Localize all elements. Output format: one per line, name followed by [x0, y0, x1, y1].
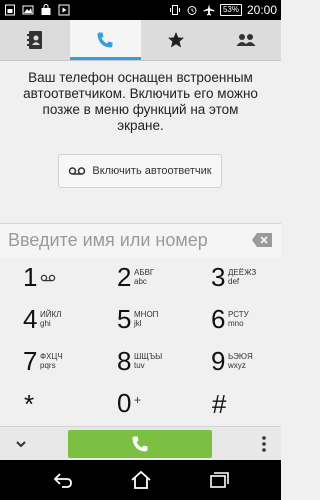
dial-key-5[interactable]: 5 МНОП jkl [94, 300, 187, 342]
contacts-icon [27, 31, 43, 49]
sim-card-icon [5, 4, 15, 16]
dial-key-latin-letters: mno [228, 319, 244, 328]
dial-key-letters: ФХЦЧ [40, 352, 63, 361]
dial-key-letters: АБВГ [134, 268, 155, 277]
call-button[interactable] [68, 430, 212, 458]
voicemail-info-text: Ваш телефон оснащен встроенным автоответ… [23, 70, 258, 133]
dial-key-digit: 0 [117, 388, 132, 418]
dial-key-digit: 7 [23, 346, 38, 376]
alarm-icon [187, 6, 197, 15]
home-icon[interactable] [130, 470, 152, 490]
dial-key-latin-letters: tuv [134, 361, 145, 370]
tab-bar [0, 20, 281, 61]
recent-apps-icon[interactable] [208, 470, 230, 490]
backspace-icon[interactable] [251, 232, 273, 248]
voicemail-icon [40, 274, 56, 282]
dial-key-hash[interactable]: # [188, 384, 281, 426]
dialer-action-bar [0, 426, 281, 461]
notification-icons [4, 2, 70, 18]
dial-key-0[interactable]: 0 + [94, 384, 187, 426]
dial-key-8[interactable]: 8 ШЩЪЫ tuv [94, 342, 187, 384]
dial-key-7[interactable]: 7 ФХЦЧ pqrs [0, 342, 93, 384]
shopping-bag-icon [41, 4, 51, 15]
dial-key-4[interactable]: 4 ИЙКЛ ghi [0, 300, 93, 342]
clock: 20:00 [246, 3, 277, 17]
chevron-down-icon[interactable] [14, 437, 28, 451]
enable-voicemail-button[interactable]: Включить автоответчик [58, 154, 222, 188]
dial-key-star[interactable]: * [0, 384, 93, 426]
dial-key-digit: 2 [117, 262, 132, 292]
dial-key-6[interactable]: 6 РСТУ mno [188, 300, 281, 342]
dial-key-digit: 3 [211, 262, 226, 292]
dialpad: 1 2 АБВГ abc 3 ДЕЁЖЗ def 4 ИЙКЛ ghi 5 МН… [0, 258, 281, 426]
battery-icon: 53% [219, 4, 242, 16]
dial-key-latin-letters: pqrs [40, 361, 56, 370]
dial-key-latin-letters: ghi [40, 319, 51, 328]
dial-key-digit: 5 [117, 304, 132, 334]
dial-key-letters: ШЩЪЫ [134, 352, 163, 361]
phone-icon [132, 436, 148, 452]
navigation-bar [0, 460, 281, 500]
dial-key-latin-letters: def [228, 277, 240, 286]
dial-key-digit: * [24, 389, 35, 419]
airplane-mode-icon [203, 4, 215, 16]
number-input[interactable]: Введите имя или номер [0, 223, 281, 259]
dial-key-digit: 8 [117, 346, 132, 376]
dial-key-letters: ИЙКЛ [40, 310, 62, 319]
enable-voicemail-label: Включить автоответчик [92, 165, 212, 177]
dial-key-3[interactable]: 3 ДЕЁЖЗ def [188, 258, 281, 300]
dial-key-digit: 6 [211, 304, 226, 334]
dial-key-letters: МНОП [134, 310, 159, 319]
dial-key-1[interactable]: 1 [0, 258, 93, 300]
dial-key-2[interactable]: 2 АБВГ abc [94, 258, 187, 300]
dial-key-digit: 9 [211, 346, 226, 376]
image-icon [22, 5, 34, 15]
dial-key-letters: + [134, 393, 142, 407]
dial-key-letters: ЬЭЮЯ [228, 352, 253, 361]
dial-key-latin-letters: jkl [134, 319, 142, 328]
dial-key-9[interactable]: 9 ЬЭЮЯ wxyz [188, 342, 281, 384]
star-icon [167, 32, 184, 48]
tab-phone[interactable] [70, 20, 141, 60]
tab-groups[interactable] [211, 20, 281, 60]
system-icons: 53% 20:00 [169, 2, 277, 18]
status-bar: 53% 20:00 [0, 0, 281, 20]
back-icon[interactable] [52, 470, 74, 490]
dial-key-letters: ДЕЁЖЗ [228, 268, 257, 277]
dial-key-digit: 4 [23, 304, 38, 334]
phone-icon [97, 32, 113, 48]
number-input-placeholder: Введите имя или номер [8, 230, 208, 250]
dial-key-latin-letters: abc [134, 277, 147, 286]
dial-key-digit: # [212, 389, 227, 419]
overflow-menu-icon[interactable] [261, 435, 267, 453]
voicemail-icon [69, 167, 86, 175]
dial-key-latin-letters: wxyz [228, 361, 246, 370]
groups-icon [236, 34, 256, 46]
tab-contacts[interactable] [0, 20, 70, 60]
play-store-icon [58, 4, 70, 16]
tab-favorites[interactable] [141, 20, 211, 60]
dial-key-letters: РСТУ [228, 310, 249, 319]
vibrate-icon [169, 5, 180, 15]
dial-key-digit: 1 [23, 262, 38, 292]
